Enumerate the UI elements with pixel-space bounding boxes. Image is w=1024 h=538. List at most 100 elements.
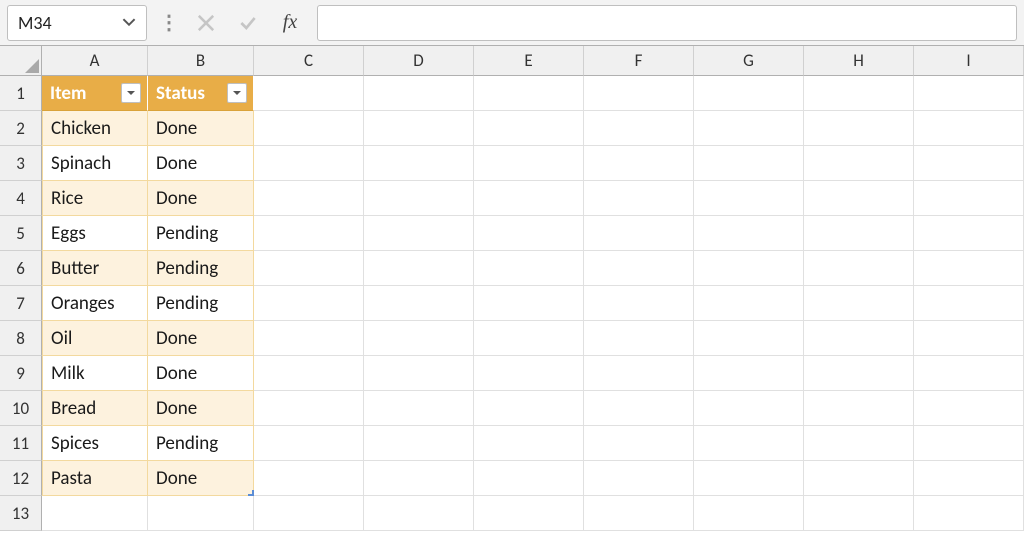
cell[interactable]	[914, 76, 1024, 111]
cell[interactable]	[584, 181, 694, 216]
cell[interactable]	[914, 181, 1024, 216]
cell[interactable]	[914, 461, 1024, 496]
cell[interactable]	[364, 321, 474, 356]
cell[interactable]	[364, 251, 474, 286]
cell[interactable]	[474, 216, 584, 251]
cell[interactable]	[694, 251, 804, 286]
cell[interactable]	[804, 251, 914, 286]
name-box[interactable]: M34	[7, 5, 147, 41]
filter-dropdown-icon[interactable]	[121, 83, 141, 103]
cell[interactable]	[914, 391, 1024, 426]
cell[interactable]	[474, 496, 584, 531]
cell[interactable]	[254, 356, 364, 391]
cell[interactable]	[254, 461, 364, 496]
table-cell-status[interactable]: Done	[148, 391, 254, 426]
row-header-11[interactable]: 11	[0, 426, 42, 461]
cell[interactable]	[254, 76, 364, 111]
cell[interactable]	[694, 391, 804, 426]
table-cell-status[interactable]: Done	[148, 461, 254, 496]
table-header-item[interactable]: Item	[42, 76, 148, 111]
cell[interactable]	[474, 251, 584, 286]
table-cell-status[interactable]: Done	[148, 356, 254, 391]
cell[interactable]	[694, 76, 804, 111]
cell[interactable]	[914, 496, 1024, 531]
row-header-5[interactable]: 5	[0, 216, 42, 251]
table-cell-status[interactable]: Done	[148, 321, 254, 356]
cell[interactable]	[804, 111, 914, 146]
cell[interactable]	[804, 216, 914, 251]
cell[interactable]	[42, 496, 148, 531]
cell[interactable]	[474, 146, 584, 181]
cell[interactable]	[364, 216, 474, 251]
cell[interactable]	[254, 286, 364, 321]
filter-dropdown-icon[interactable]	[227, 83, 247, 103]
cell[interactable]	[474, 76, 584, 111]
cell[interactable]	[474, 286, 584, 321]
cell[interactable]	[254, 426, 364, 461]
cell[interactable]	[584, 146, 694, 181]
cell[interactable]	[914, 146, 1024, 181]
cell[interactable]	[694, 356, 804, 391]
cell[interactable]	[254, 321, 364, 356]
cell[interactable]	[584, 216, 694, 251]
cell[interactable]	[364, 286, 474, 321]
cell[interactable]	[914, 356, 1024, 391]
cell[interactable]	[584, 496, 694, 531]
cell[interactable]	[694, 216, 804, 251]
cell[interactable]	[694, 286, 804, 321]
cell[interactable]	[584, 76, 694, 111]
cell[interactable]	[584, 251, 694, 286]
row-header-3[interactable]: 3	[0, 146, 42, 181]
column-header-B[interactable]: B	[148, 46, 254, 76]
table-cell-item[interactable]: Rice	[42, 181, 148, 216]
cell[interactable]	[694, 111, 804, 146]
table-cell-status[interactable]: Pending	[148, 286, 254, 321]
cell[interactable]	[474, 111, 584, 146]
table-cell-item[interactable]: Bread	[42, 391, 148, 426]
cell[interactable]	[364, 461, 474, 496]
cell[interactable]	[804, 286, 914, 321]
row-header-9[interactable]: 9	[0, 356, 42, 391]
table-cell-status[interactable]: Pending	[148, 426, 254, 461]
table-cell-status[interactable]: Pending	[148, 251, 254, 286]
cell[interactable]	[364, 146, 474, 181]
cell[interactable]	[694, 461, 804, 496]
column-header-D[interactable]: D	[364, 46, 474, 76]
cell[interactable]	[584, 391, 694, 426]
cell[interactable]	[364, 356, 474, 391]
select-all-corner[interactable]	[0, 46, 42, 76]
row-header-10[interactable]: 10	[0, 391, 42, 426]
cell[interactable]	[804, 426, 914, 461]
column-header-E[interactable]: E	[474, 46, 584, 76]
table-cell-status[interactable]: Done	[148, 146, 254, 181]
cell[interactable]	[474, 426, 584, 461]
row-header-4[interactable]: 4	[0, 181, 42, 216]
table-cell-item[interactable]: Oil	[42, 321, 148, 356]
cell[interactable]	[254, 391, 364, 426]
cell[interactable]	[914, 321, 1024, 356]
cell[interactable]	[914, 111, 1024, 146]
table-cell-status[interactable]: Done	[148, 181, 254, 216]
column-header-H[interactable]: H	[804, 46, 914, 76]
cell[interactable]	[694, 146, 804, 181]
cell[interactable]	[474, 461, 584, 496]
cell[interactable]	[804, 181, 914, 216]
row-header-13[interactable]: 13	[0, 496, 42, 531]
cell[interactable]	[254, 251, 364, 286]
row-header-1[interactable]: 1	[0, 76, 42, 111]
table-header-status[interactable]: Status	[148, 76, 254, 111]
cell[interactable]	[914, 286, 1024, 321]
cell[interactable]	[804, 391, 914, 426]
cell[interactable]	[804, 496, 914, 531]
cell[interactable]	[584, 321, 694, 356]
cell[interactable]	[148, 496, 254, 531]
cell[interactable]	[584, 426, 694, 461]
cell[interactable]	[584, 286, 694, 321]
cell[interactable]	[254, 111, 364, 146]
table-cell-status[interactable]: Pending	[148, 216, 254, 251]
table-cell-item[interactable]: Pasta	[42, 461, 148, 496]
table-cell-item[interactable]: Chicken	[42, 111, 148, 146]
insert-function-button[interactable]: fx	[275, 8, 305, 38]
row-header-2[interactable]: 2	[0, 111, 42, 146]
cell[interactable]	[364, 181, 474, 216]
